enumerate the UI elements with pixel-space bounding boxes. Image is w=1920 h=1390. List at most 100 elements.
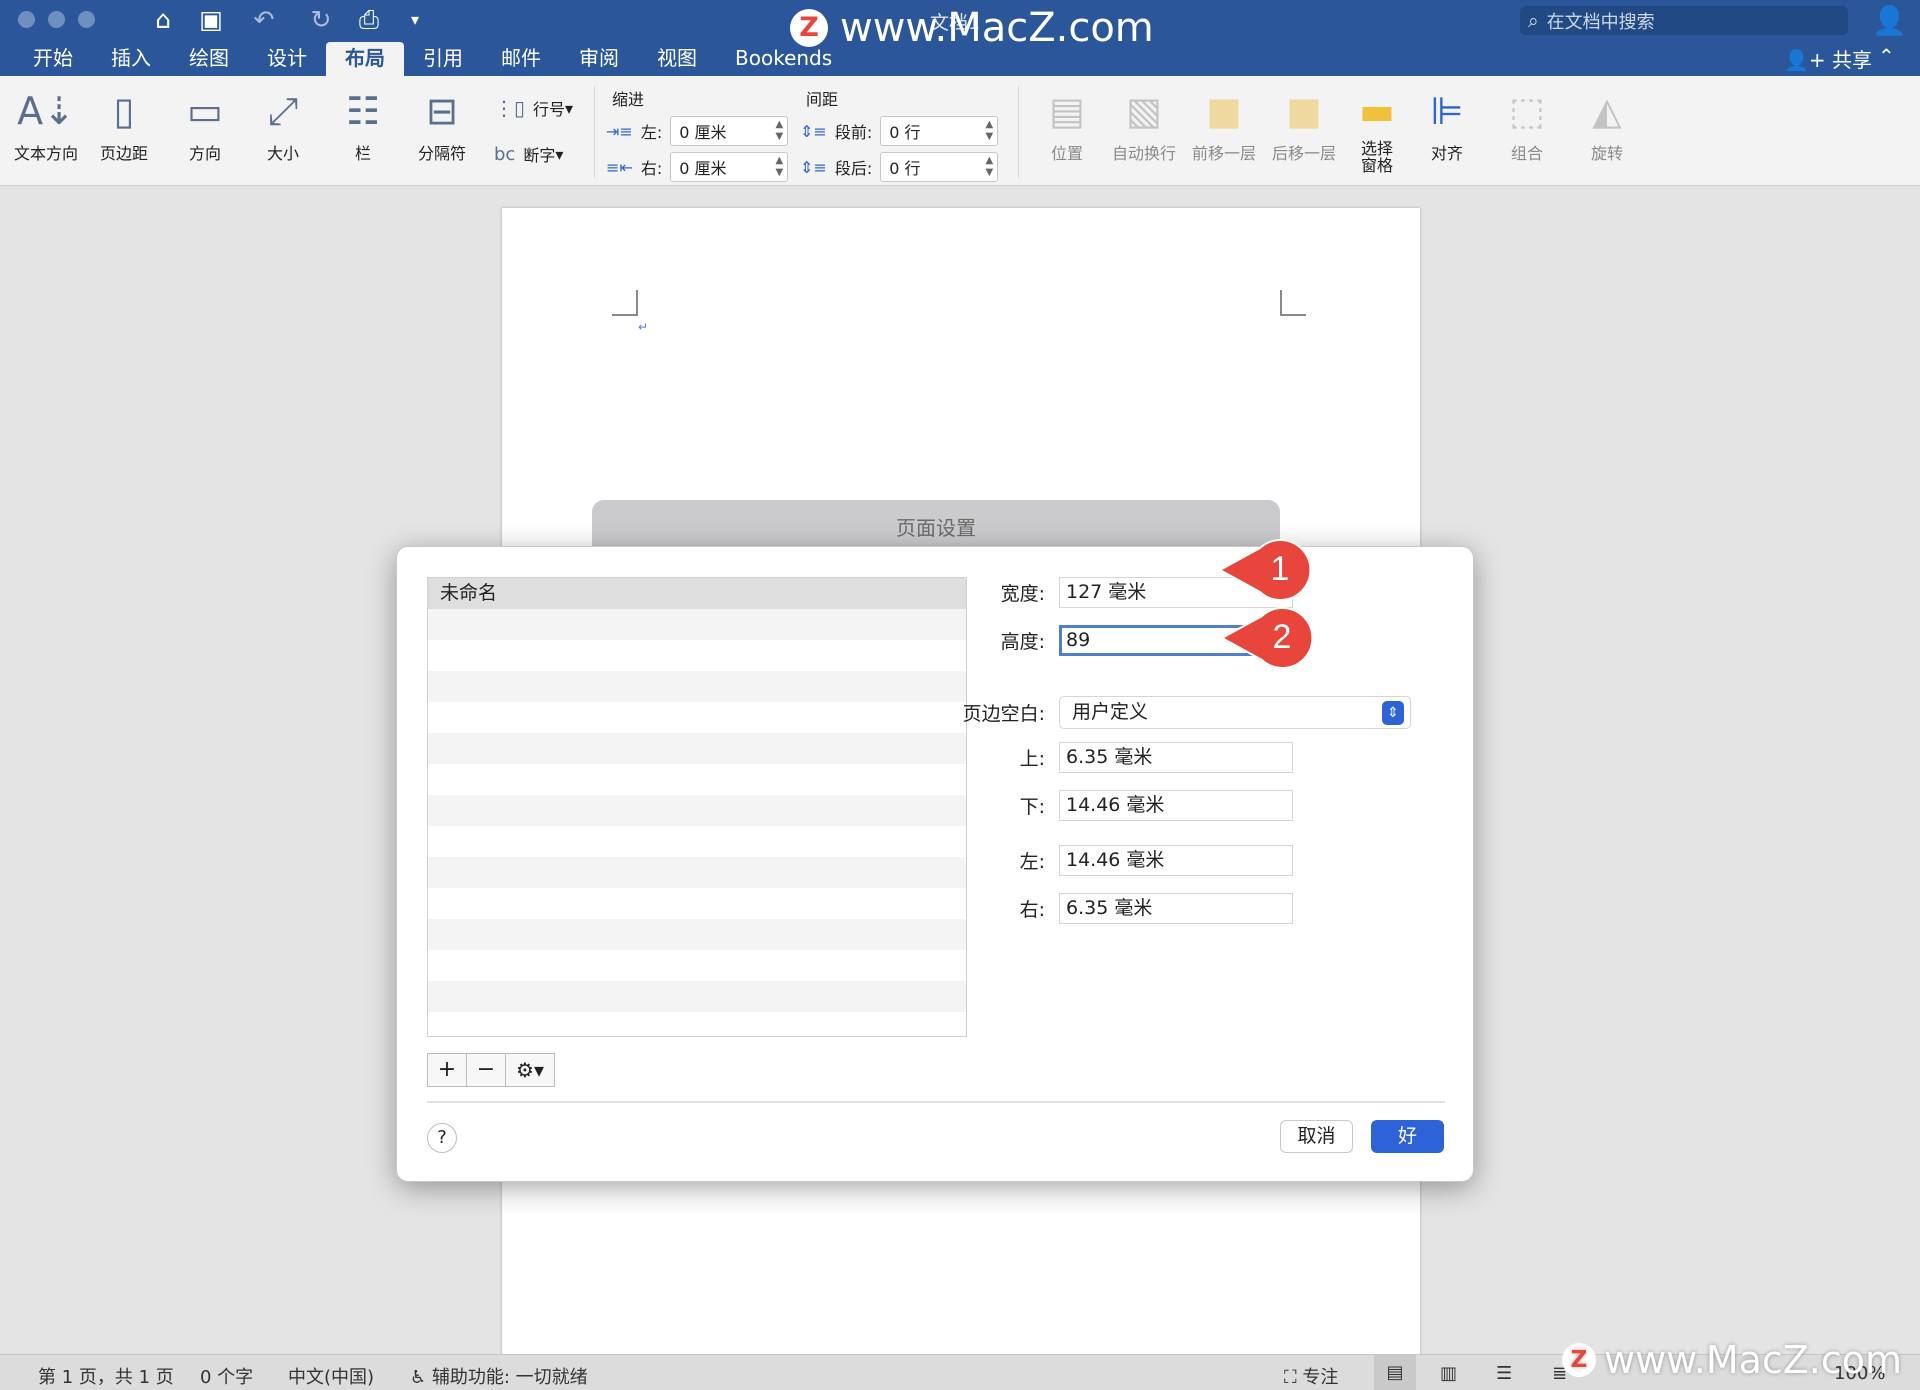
remove-size-button[interactable]: −: [466, 1053, 506, 1087]
focus-label: 专注: [1302, 1367, 1339, 1388]
language[interactable]: 中文(中国): [288, 1363, 374, 1389]
margins-button[interactable]: ▯ 页边距: [100, 84, 148, 164]
size-button[interactable]: ⤢ 大小: [260, 84, 306, 164]
print-icon[interactable]: ⎙: [354, 5, 384, 35]
spacing-after-input[interactable]: 0 行 ▲ ▼: [880, 152, 999, 182]
share-button[interactable]: 👤+ 共享: [1784, 44, 1872, 73]
stepper-arrows-icon[interactable]: ▲ ▼: [986, 155, 994, 179]
list-item[interactable]: [428, 826, 966, 857]
collapse-ribbon-icon[interactable]: ⌃: [1878, 44, 1895, 68]
close-window-button[interactable]: [18, 11, 35, 28]
wrap-text-label: 自动换行: [1112, 144, 1177, 163]
indent-left-input[interactable]: 0 厘米 ▲ ▼: [670, 116, 789, 146]
align-button[interactable]: ⊫ 对齐: [1424, 84, 1470, 164]
tab-0[interactable]: 开始: [14, 42, 92, 76]
home-icon[interactable]: ⌂: [148, 5, 178, 35]
selection-pane-icon: ▬: [1359, 89, 1395, 133]
list-item[interactable]: [428, 950, 966, 981]
help-button[interactable]: ?: [427, 1123, 457, 1153]
search-input[interactable]: ⌕ 在文档中搜索: [1520, 6, 1848, 35]
stepper-arrows-icon[interactable]: ▲ ▼: [776, 155, 784, 179]
margins-icon: ▯: [113, 89, 135, 133]
position-icon: ▤: [1049, 89, 1085, 133]
accessibility-status[interactable]: ♿ 辅助功能: 一切就绪: [410, 1363, 588, 1389]
add-size-button[interactable]: +: [427, 1053, 467, 1087]
hyphenation-label: 断字: [523, 146, 556, 165]
indent-left-label: 左:: [640, 123, 663, 142]
bottom-margin-field[interactable]: 14.46 毫米: [1059, 790, 1293, 821]
list-item[interactable]: [428, 609, 966, 640]
undo-icon[interactable]: ↶: [244, 5, 284, 35]
indent-left-row: ⇥≡ 左: 0 厘米 ▲ ▼: [606, 116, 789, 146]
account-icon[interactable]: 👤: [1872, 4, 1907, 37]
line-numbers-button[interactable]: ⋮▯ 行号 ▾: [494, 96, 573, 120]
breaks-button[interactable]: ⊟ 分隔符: [418, 84, 466, 164]
list-item[interactable]: [428, 795, 966, 826]
ribbon: A⇣ 文本方向 ▯ 页边距 ▭ 方向 ⤢ 大小 ☷ 栏 ⊟ 分隔符 ⋮▯ 行号 …: [0, 76, 1920, 186]
tab-4[interactable]: 布局: [326, 42, 404, 76]
save-icon[interactable]: ▣: [196, 5, 226, 35]
position-button[interactable]: ▤ 位置: [1044, 84, 1090, 164]
group-button[interactable]: ⬚ 组合: [1504, 84, 1550, 164]
list-item[interactable]: [428, 764, 966, 795]
dialog-divider: [427, 1101, 1445, 1103]
list-item[interactable]: 未命名: [428, 578, 966, 609]
indent-right-input[interactable]: 0 厘米 ▲ ▼: [670, 152, 789, 182]
list-item[interactable]: [428, 1012, 966, 1036]
list-item[interactable]: [428, 888, 966, 919]
crop-mark-left: [612, 290, 638, 316]
paragraph-mark-icon: ↵: [638, 320, 649, 334]
columns-button[interactable]: ☷ 栏: [340, 84, 386, 164]
minimize-window-button[interactable]: [48, 11, 65, 28]
word-count[interactable]: 0 个字: [200, 1363, 253, 1389]
tab-1[interactable]: 插入: [92, 42, 170, 76]
focus-button[interactable]: ⛶ 专注: [1284, 1363, 1338, 1389]
text-direction-button[interactable]: A⇣ 文本方向: [14, 84, 78, 164]
orientation-button[interactable]: ▭ 方向: [182, 84, 228, 164]
print-layout-icon[interactable]: ▤: [1374, 1355, 1416, 1390]
redo-icon[interactable]: ↻: [306, 5, 336, 35]
left-margin-field[interactable]: 14.46 毫米: [1059, 845, 1293, 876]
list-item[interactable]: [428, 702, 966, 733]
list-item[interactable]: [428, 733, 966, 764]
spacing-before-input[interactable]: 0 行 ▲ ▼: [880, 116, 999, 146]
zoom-window-button[interactable]: [78, 11, 95, 28]
tab-7[interactable]: 审阅: [560, 42, 638, 76]
list-item[interactable]: [428, 981, 966, 1012]
stepper-arrows-icon[interactable]: ▲ ▼: [986, 119, 994, 143]
watermark-logo: Z: [1562, 1343, 1596, 1377]
tab-6[interactable]: 邮件: [482, 42, 560, 76]
list-item[interactable]: [428, 640, 966, 671]
tab-2[interactable]: 绘图: [170, 42, 248, 76]
hyphenation-button[interactable]: bc 断字 ▾: [494, 142, 563, 166]
send-backward-button[interactable]: ■ 后移一层: [1272, 84, 1336, 164]
paper-size-list[interactable]: 未命名: [427, 577, 967, 1037]
tab-8[interactable]: 视图: [638, 42, 716, 76]
selection-pane-button[interactable]: ▬ 选择 窗格: [1354, 84, 1400, 174]
web-layout-icon[interactable]: ▥: [1440, 1363, 1457, 1384]
tab-3[interactable]: 设计: [248, 42, 326, 76]
wrap-text-button[interactable]: ▧ 自动换行: [1112, 84, 1176, 164]
bring-forward-button[interactable]: ■ 前移一层: [1192, 84, 1256, 164]
list-item[interactable]: [428, 857, 966, 888]
stepper-arrows-icon[interactable]: ▲ ▼: [776, 119, 784, 143]
list-item[interactable]: [428, 671, 966, 702]
gear-icon[interactable]: ⚙▾: [505, 1053, 555, 1087]
ok-button[interactable]: 好: [1371, 1120, 1444, 1153]
size-label: 大小: [266, 144, 299, 163]
width-label: 宽度:: [1000, 583, 1045, 605]
customize-toolbar-icon[interactable]: ▾: [404, 5, 426, 35]
tab-9[interactable]: Bookends: [716, 42, 851, 76]
rotate-button[interactable]: ◭ 旋转: [1584, 84, 1630, 164]
right-margin-field[interactable]: 6.35 毫米: [1059, 893, 1293, 924]
outline-view-icon[interactable]: ☰: [1496, 1363, 1512, 1384]
ribbon-separator: [594, 86, 595, 178]
cancel-button[interactable]: 取消: [1280, 1120, 1353, 1153]
title-bar: ⌂ ▣ ↶ ↻ ⎙ ▾ Z www.MacZ.com 文档1 ⌕ 在文档中搜索 …: [0, 0, 1920, 76]
bottom-margin-row: 下: 14.46 毫米: [987, 790, 1293, 821]
top-margin-field[interactable]: 6.35 毫米: [1059, 742, 1293, 773]
page-info[interactable]: 第 1 页，共 1 页: [38, 1363, 174, 1389]
tab-5[interactable]: 引用: [404, 42, 482, 76]
margins-select[interactable]: 用户定义 ⇕: [1059, 696, 1411, 729]
list-item[interactable]: [428, 919, 966, 950]
